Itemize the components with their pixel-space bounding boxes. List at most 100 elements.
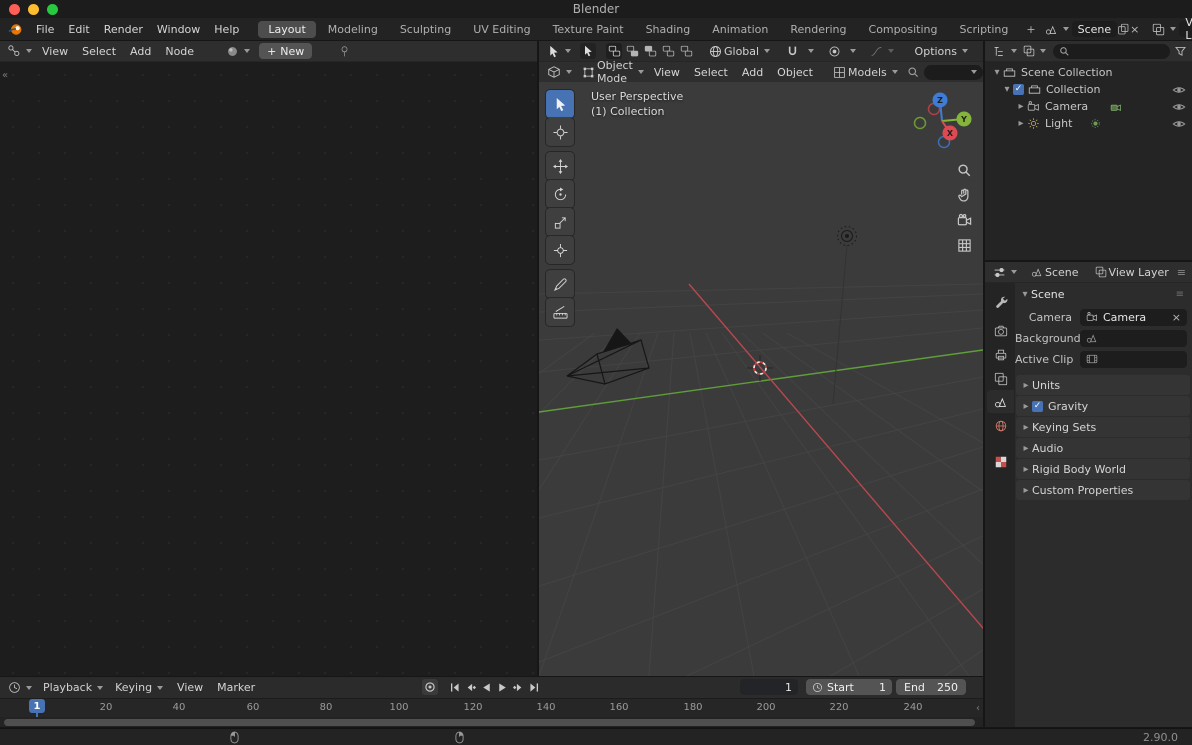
tab-shading[interactable]: Shading — [636, 21, 701, 38]
prev-keyframe-button[interactable] — [462, 679, 478, 695]
tab-scripting[interactable]: Scripting — [949, 21, 1018, 38]
camera-view-button[interactable] — [953, 209, 975, 231]
asset-category-dropdown[interactable]: Models — [830, 66, 901, 79]
panel-gravity[interactable]: ▸ ✓ Gravity — [1016, 396, 1190, 416]
view-layer-browse-dropdown[interactable] — [1149, 23, 1179, 36]
active-clip-field[interactable] — [1080, 350, 1187, 368]
snap-toggle[interactable] — [783, 45, 802, 58]
tab-texture-paint[interactable]: Texture Paint — [543, 21, 634, 38]
tool-options-dropdown[interactable]: Options — [912, 45, 971, 58]
timeline-menu-marker[interactable]: Marker — [210, 681, 262, 694]
scene-name-field[interactable]: Scene — [1071, 21, 1118, 37]
navigation-gizmo[interactable]: Z Y X — [900, 84, 983, 168]
tool-move-button[interactable] — [546, 152, 574, 180]
scene-browse-dropdown[interactable] — [1042, 23, 1072, 36]
panel-drag-handle[interactable]: ≡ — [1176, 289, 1184, 300]
region-collapse-icon[interactable]: « — [2, 70, 8, 81]
play-reverse-button[interactable] — [478, 679, 494, 695]
visibility-eye-icon[interactable] — [1172, 83, 1186, 97]
timeline-menu-view[interactable]: View — [170, 681, 210, 694]
outliner-item-label[interactable]: Collection — [1046, 83, 1100, 96]
proportional-falloff-dropdown[interactable] — [867, 45, 897, 58]
active-tool-button[interactable] — [580, 43, 596, 59]
menu-window[interactable]: Window — [150, 23, 207, 36]
header-menu-handle[interactable]: ≡ — [1177, 266, 1186, 279]
tab-compositing[interactable]: Compositing — [859, 21, 948, 38]
outliner-editor-type-dropdown[interactable] — [990, 45, 1020, 58]
editor-type-dropdown[interactable] — [4, 44, 35, 58]
tool-scale-button[interactable] — [546, 208, 574, 236]
select-mode-invert-icon[interactable] — [660, 43, 676, 59]
select-mode-intersect-icon[interactable] — [678, 43, 694, 59]
breadcrumb-view-layer[interactable]: View Layer — [1092, 266, 1172, 279]
tab-animation[interactable]: Animation — [702, 21, 778, 38]
node-tree-browse-dropdown[interactable] — [223, 45, 253, 58]
select-mode-set-icon[interactable] — [606, 43, 622, 59]
panel-units[interactable]: ▸ Units — [1016, 375, 1190, 395]
playhead[interactable]: 1 — [29, 699, 45, 713]
panel-keying-sets[interactable]: ▸ Keying Sets — [1016, 417, 1190, 437]
outliner-display-mode-dropdown[interactable] — [1020, 45, 1049, 57]
tool-measure-button[interactable] — [546, 298, 574, 326]
node-menu-view[interactable]: View — [35, 45, 75, 58]
timeline-ruler[interactable]: 20 40 60 80 100 120 140 160 180 200 220 … — [0, 698, 983, 718]
tab-texture-properties[interactable] — [987, 450, 1014, 473]
clear-x-icon[interactable]: × — [1172, 311, 1181, 324]
viewport-menu-view[interactable]: View — [647, 66, 687, 79]
disclosure-down-icon[interactable]: ▾ — [1019, 289, 1031, 300]
new-node-tree-button[interactable]: + New — [259, 43, 313, 59]
tab-scene-properties[interactable] — [987, 390, 1014, 413]
tab-layout[interactable]: Layout — [258, 20, 316, 38]
tab-output-properties[interactable] — [987, 343, 1014, 366]
properties-editor-type-dropdown[interactable] — [990, 266, 1020, 279]
select-mode-extend-icon[interactable] — [624, 43, 640, 59]
tab-world-properties[interactable] — [987, 414, 1014, 437]
blender-logo-icon[interactable] — [8, 23, 23, 36]
visibility-eye-icon[interactable] — [1172, 117, 1186, 131]
asset-search-field[interactable] — [923, 64, 983, 80]
play-button[interactable] — [494, 679, 510, 695]
viewport-menu-add[interactable]: Add — [735, 66, 770, 79]
frame-start-field[interactable]: Start 1 — [806, 679, 892, 695]
jump-to-end-button[interactable] — [526, 679, 542, 695]
tool-annotate-button[interactable] — [546, 270, 574, 298]
pin-icon[interactable] — [338, 45, 351, 58]
playback-menu[interactable]: Playback — [40, 681, 106, 694]
tool-transform-button[interactable] — [546, 236, 574, 264]
outliner-row-collection[interactable]: ▾ ✓ Collection — [985, 81, 1192, 98]
select-mode-subtract-icon[interactable] — [642, 43, 658, 59]
next-keyframe-button[interactable] — [510, 679, 526, 695]
disclosure-right-icon[interactable]: ▸ — [1015, 118, 1027, 129]
outliner-item-label[interactable]: Scene Collection — [1021, 66, 1112, 79]
menu-help[interactable]: Help — [207, 23, 246, 36]
gravity-checkbox[interactable]: ✓ — [1032, 400, 1043, 412]
tab-tool-properties[interactable] — [987, 290, 1014, 313]
snap-settings-dropdown[interactable] — [802, 49, 817, 53]
node-menu-select[interactable]: Select — [75, 45, 123, 58]
jump-to-start-button[interactable] — [446, 679, 462, 695]
search-icon[interactable] — [907, 66, 920, 79]
outliner-row-scene-collection[interactable]: ▾ Scene Collection — [985, 64, 1192, 81]
menu-file[interactable]: File — [29, 23, 61, 36]
camera-field[interactable]: Camera × — [1080, 308, 1187, 326]
collection-checkbox[interactable]: ✓ — [1013, 84, 1024, 95]
tab-view-layer-properties[interactable] — [987, 367, 1014, 390]
tool-cursor-button[interactable] — [546, 118, 574, 146]
add-workspace-button[interactable]: + — [1020, 21, 1041, 38]
disclosure-down-icon[interactable]: ▾ — [991, 67, 1003, 78]
auto-keying-record-button[interactable] — [422, 679, 438, 695]
transform-orientation-dropdown[interactable]: Global — [706, 45, 773, 58]
node-menu-node[interactable]: Node — [158, 45, 201, 58]
tab-rendering[interactable]: Rendering — [780, 21, 856, 38]
tool-select-box-button[interactable] — [546, 90, 574, 118]
scrollbar-thumb[interactable] — [4, 718, 975, 726]
timeline-scrollbar[interactable] — [0, 717, 983, 727]
disclosure-down-icon[interactable]: ▾ — [1001, 84, 1013, 95]
scene-new-button[interactable] — [1117, 21, 1130, 37]
proportional-editing-toggle[interactable] — [825, 45, 844, 58]
perspective-toggle-button[interactable] — [953, 234, 975, 256]
visibility-eye-icon[interactable] — [1172, 100, 1186, 114]
outliner-search-field[interactable] — [1053, 43, 1170, 59]
scene-panel-header[interactable]: ▾ Scene ≡ — [1015, 284, 1192, 304]
disclosure-right-icon[interactable]: ▸ — [1015, 101, 1027, 112]
